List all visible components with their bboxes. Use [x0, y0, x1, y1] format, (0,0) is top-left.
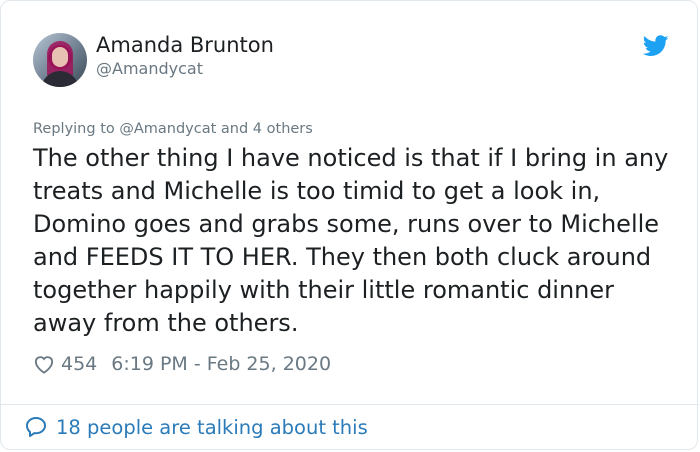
conversation-link[interactable]: 18 people are talking about this	[24, 415, 368, 439]
heart-icon[interactable]	[33, 354, 55, 374]
tweet-card[interactable]: Amanda Brunton @Amandycat Replying to @A…	[0, 0, 699, 450]
replying-prefix: Replying to	[33, 121, 120, 137]
author-name[interactable]: Amanda Brunton	[96, 33, 274, 57]
twitter-bird-icon[interactable]	[643, 35, 669, 57]
divider	[1, 404, 699, 405]
like-count[interactable]: 454	[61, 353, 97, 375]
avatar-face	[52, 47, 68, 67]
tweet-text: The other thing I have noticed is that i…	[33, 144, 669, 337]
avatar[interactable]	[33, 33, 87, 87]
replying-suffix[interactable]: and 4 others	[216, 121, 313, 137]
speech-bubble-icon	[26, 417, 46, 437]
replying-mention-link[interactable]: @Amandycat	[119, 121, 216, 137]
tweet-meta: 454 6:19 PM - Feb 25, 2020	[33, 351, 331, 377]
tweet-timestamp[interactable]: 6:19 PM - Feb 25, 2020	[111, 353, 331, 375]
author-handle[interactable]: @Amandycat	[96, 59, 203, 78]
talking-label[interactable]: 18 people are talking about this	[56, 416, 368, 439]
replying-to: Replying to @Amandycat and 4 others	[33, 121, 313, 137]
